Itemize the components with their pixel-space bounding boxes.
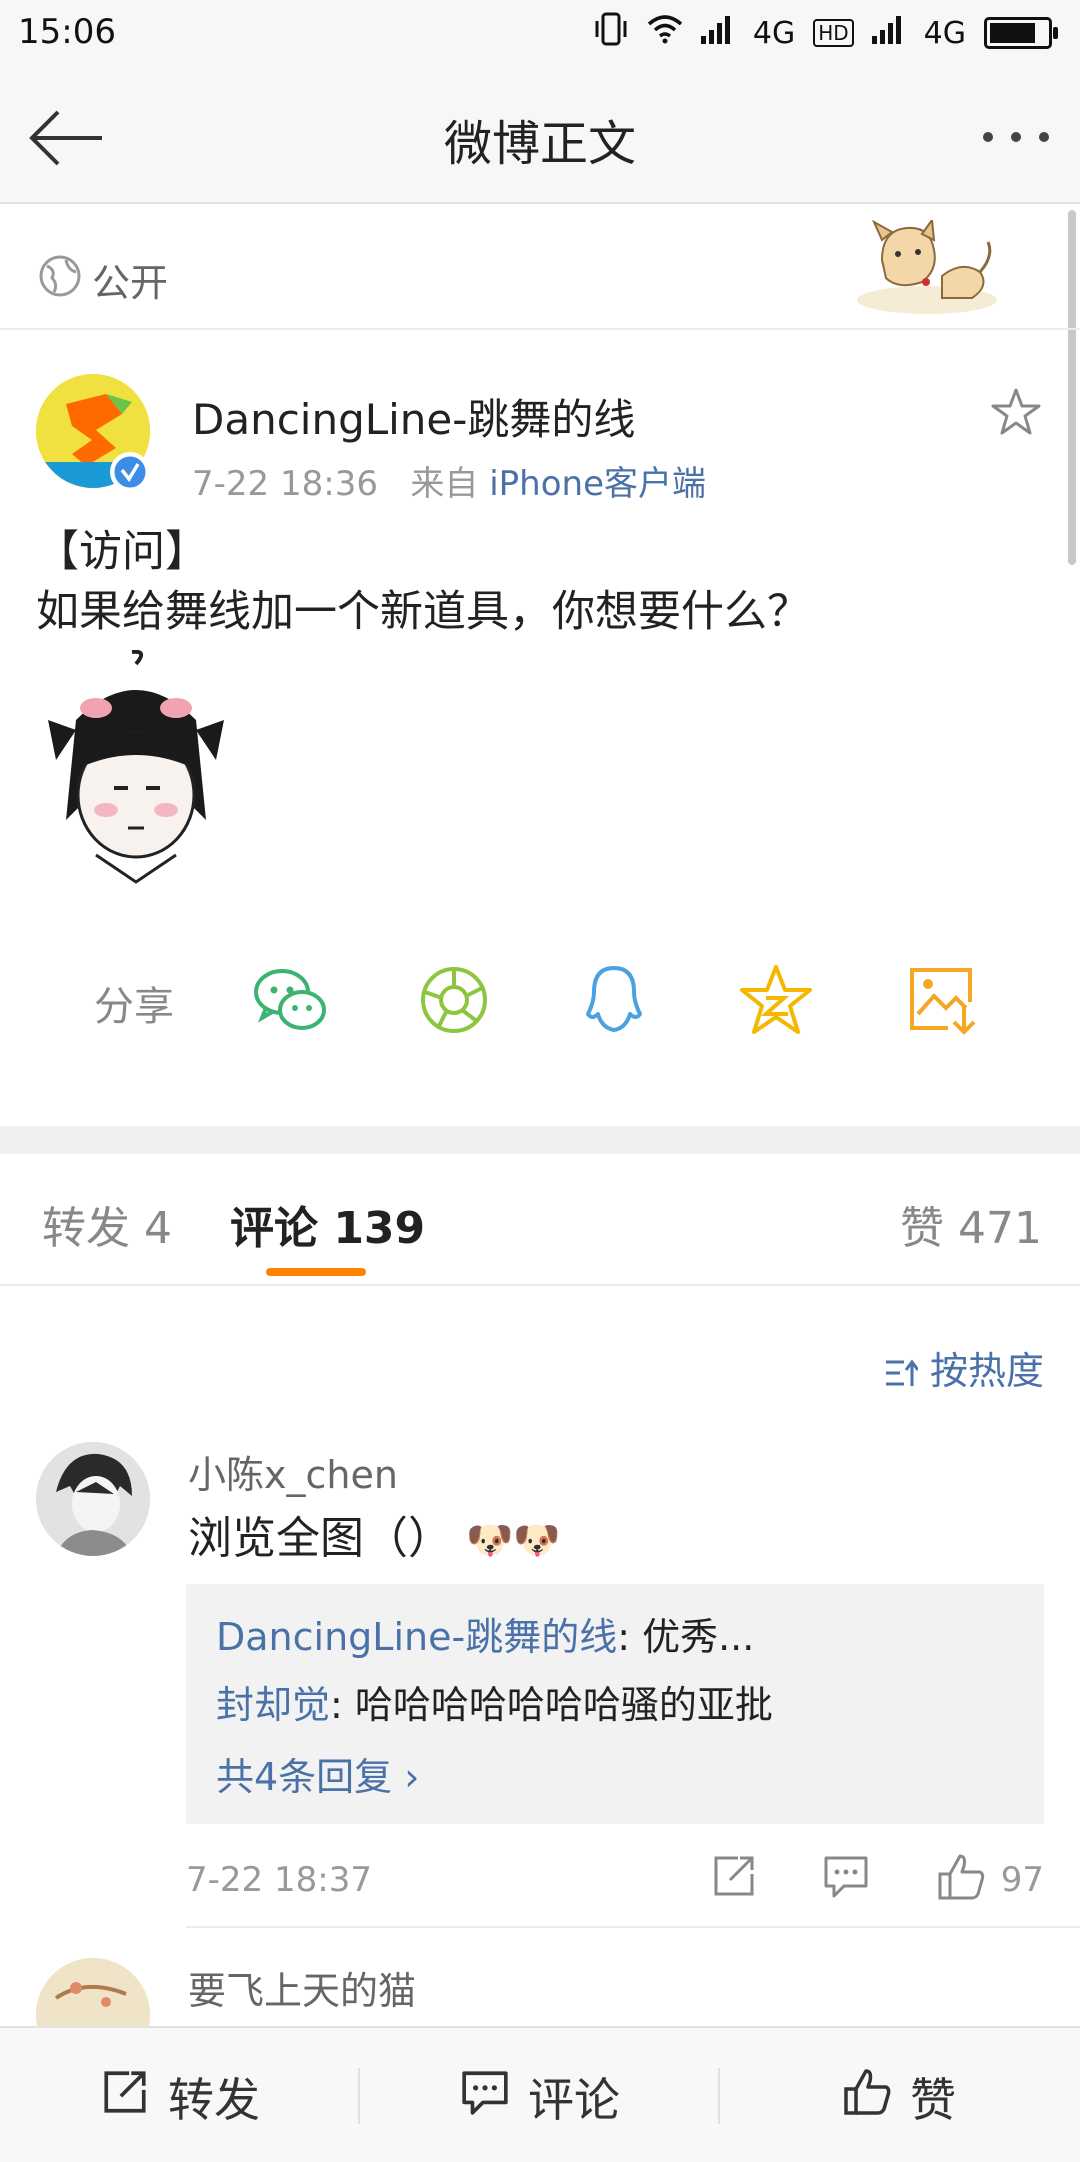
bottom-action-bar: 转发 评论 赞 <box>0 2026 1080 2162</box>
reply-item: 封却觉: 哈哈哈哈哈哈哈骚的亚批 <box>216 1674 773 1729</box>
hd-icon: HD <box>813 19 854 47</box>
post-body: 【访问】 如果给舞线加一个新道具，你想要什么？ <box>36 522 1036 642</box>
qzone-icon[interactable] <box>738 962 814 1038</box>
comment-text: 浏览全图（） 🐶🐶 <box>188 1502 561 1566</box>
more-options-icon[interactable] <box>976 112 1056 162</box>
page-title: 微博正文 <box>443 116 636 172</box>
repost-label: 转发 <box>168 2073 260 2127</box>
status-icons: 4G HD 4G <box>593 12 1058 54</box>
wechat-icon[interactable] <box>252 962 328 1038</box>
visibility-label: 公开 <box>92 261 169 305</box>
signal-icon <box>700 14 735 52</box>
sort-by-hot-button[interactable]: 按热度 <box>884 1340 1044 1395</box>
view-all-replies-link[interactable]: 共4条回复 › <box>216 1746 419 1801</box>
repost-button[interactable]: 转发 <box>100 2064 260 2130</box>
favorite-star-icon[interactable] <box>990 386 1042 438</box>
verified-badge-icon <box>110 452 150 492</box>
wifi-icon <box>647 14 683 52</box>
post-text-line-2: 如果给舞线加一个新道具，你想要什么？ <box>36 587 810 637</box>
sort-icon <box>884 1349 930 1393</box>
signal-icon-2 <box>871 14 906 52</box>
network-type-2: 4G <box>923 15 966 51</box>
battery-icon <box>984 17 1058 49</box>
qq-icon[interactable] <box>576 962 652 1038</box>
comment-body: 浏览全图（） <box>188 1513 452 1564</box>
reply-item: DancingLine-跳舞的线: 优秀... <box>216 1606 754 1661</box>
visibility-row: 公开 <box>0 217 1080 330</box>
battery-level <box>990 23 1035 43</box>
section-divider <box>0 1126 1080 1154</box>
comment-icon <box>460 2067 510 2128</box>
status-time: 15:06 <box>18 12 116 52</box>
comment-time: 7-22 18:37 <box>186 1860 372 1900</box>
post-author-name[interactable]: DancingLine-跳舞的线 <box>192 386 635 447</box>
reply-comment-icon[interactable] <box>822 1852 870 1904</box>
tab-repost[interactable]: 转发 4 <box>42 1192 172 1256</box>
post-meta: 7-22 18:36 来自 iPhone客户端 <box>192 456 706 505</box>
bottom-bar-divider <box>718 2068 720 2124</box>
dog-sticker-icon <box>852 217 1002 320</box>
post-time: 7-22 18:36 <box>192 464 378 504</box>
active-tab-indicator <box>266 1268 366 1276</box>
comment-like-count: 97 <box>1000 1860 1044 1900</box>
commenter-avatar[interactable] <box>36 1442 150 1556</box>
post-text-line-1: 【访问】 <box>36 527 208 577</box>
commenter-name[interactable]: 要飞上天的猫 <box>188 1960 416 2015</box>
like-button[interactable]: 赞 <box>842 2064 956 2130</box>
save-image-icon[interactable] <box>904 962 980 1038</box>
network-type-1: 4G <box>752 15 796 51</box>
reply-text: : 优秀... <box>617 1615 755 1659</box>
vibrate-icon <box>593 12 629 54</box>
post-sticker-image[interactable] <box>36 649 236 885</box>
share-label: 分享 <box>94 984 174 1030</box>
doge-emoji-icon: 🐶🐶 <box>466 1518 561 1562</box>
tabs-divider <box>0 1284 1080 1286</box>
comment-divider <box>186 1926 1080 1928</box>
nav-bar: 微博正文 <box>0 72 1080 204</box>
like-label: 赞 <box>910 2073 956 2127</box>
tab-comments[interactable]: 评论 139 <box>230 1192 425 1256</box>
comment-button[interactable]: 评论 <box>460 2064 620 2130</box>
post-via: 来自 <box>410 464 479 504</box>
globe-icon <box>38 254 82 298</box>
reply-text: : 哈哈哈哈哈哈哈骚的亚批 <box>330 1683 773 1727</box>
post-source-link[interactable]: iPhone客户端 <box>489 464 706 504</box>
tab-likes[interactable]: 赞 471 <box>900 1192 1042 1256</box>
commenter-name[interactable]: 小陈x_chen <box>188 1444 398 1499</box>
reply-preview-box[interactable]: DancingLine-跳舞的线: 优秀... 封却觉: 哈哈哈哈哈哈哈骚的亚批… <box>186 1584 1044 1824</box>
sort-label: 按热度 <box>929 1349 1044 1393</box>
repost-comment-icon[interactable] <box>710 1852 758 1904</box>
bottom-bar-divider <box>358 2068 360 2124</box>
status-bar: 15:06 4G HD 4G <box>0 0 1080 72</box>
moments-icon[interactable] <box>416 962 492 1038</box>
reply-author[interactable]: 封却觉 <box>216 1683 330 1727</box>
thumbs-up-icon <box>842 2067 892 2128</box>
comment-label: 评论 <box>528 2073 620 2127</box>
reply-author[interactable]: DancingLine-跳舞的线 <box>216 1615 617 1659</box>
like-comment-icon[interactable] <box>936 1852 986 1904</box>
repost-icon <box>100 2067 150 2128</box>
